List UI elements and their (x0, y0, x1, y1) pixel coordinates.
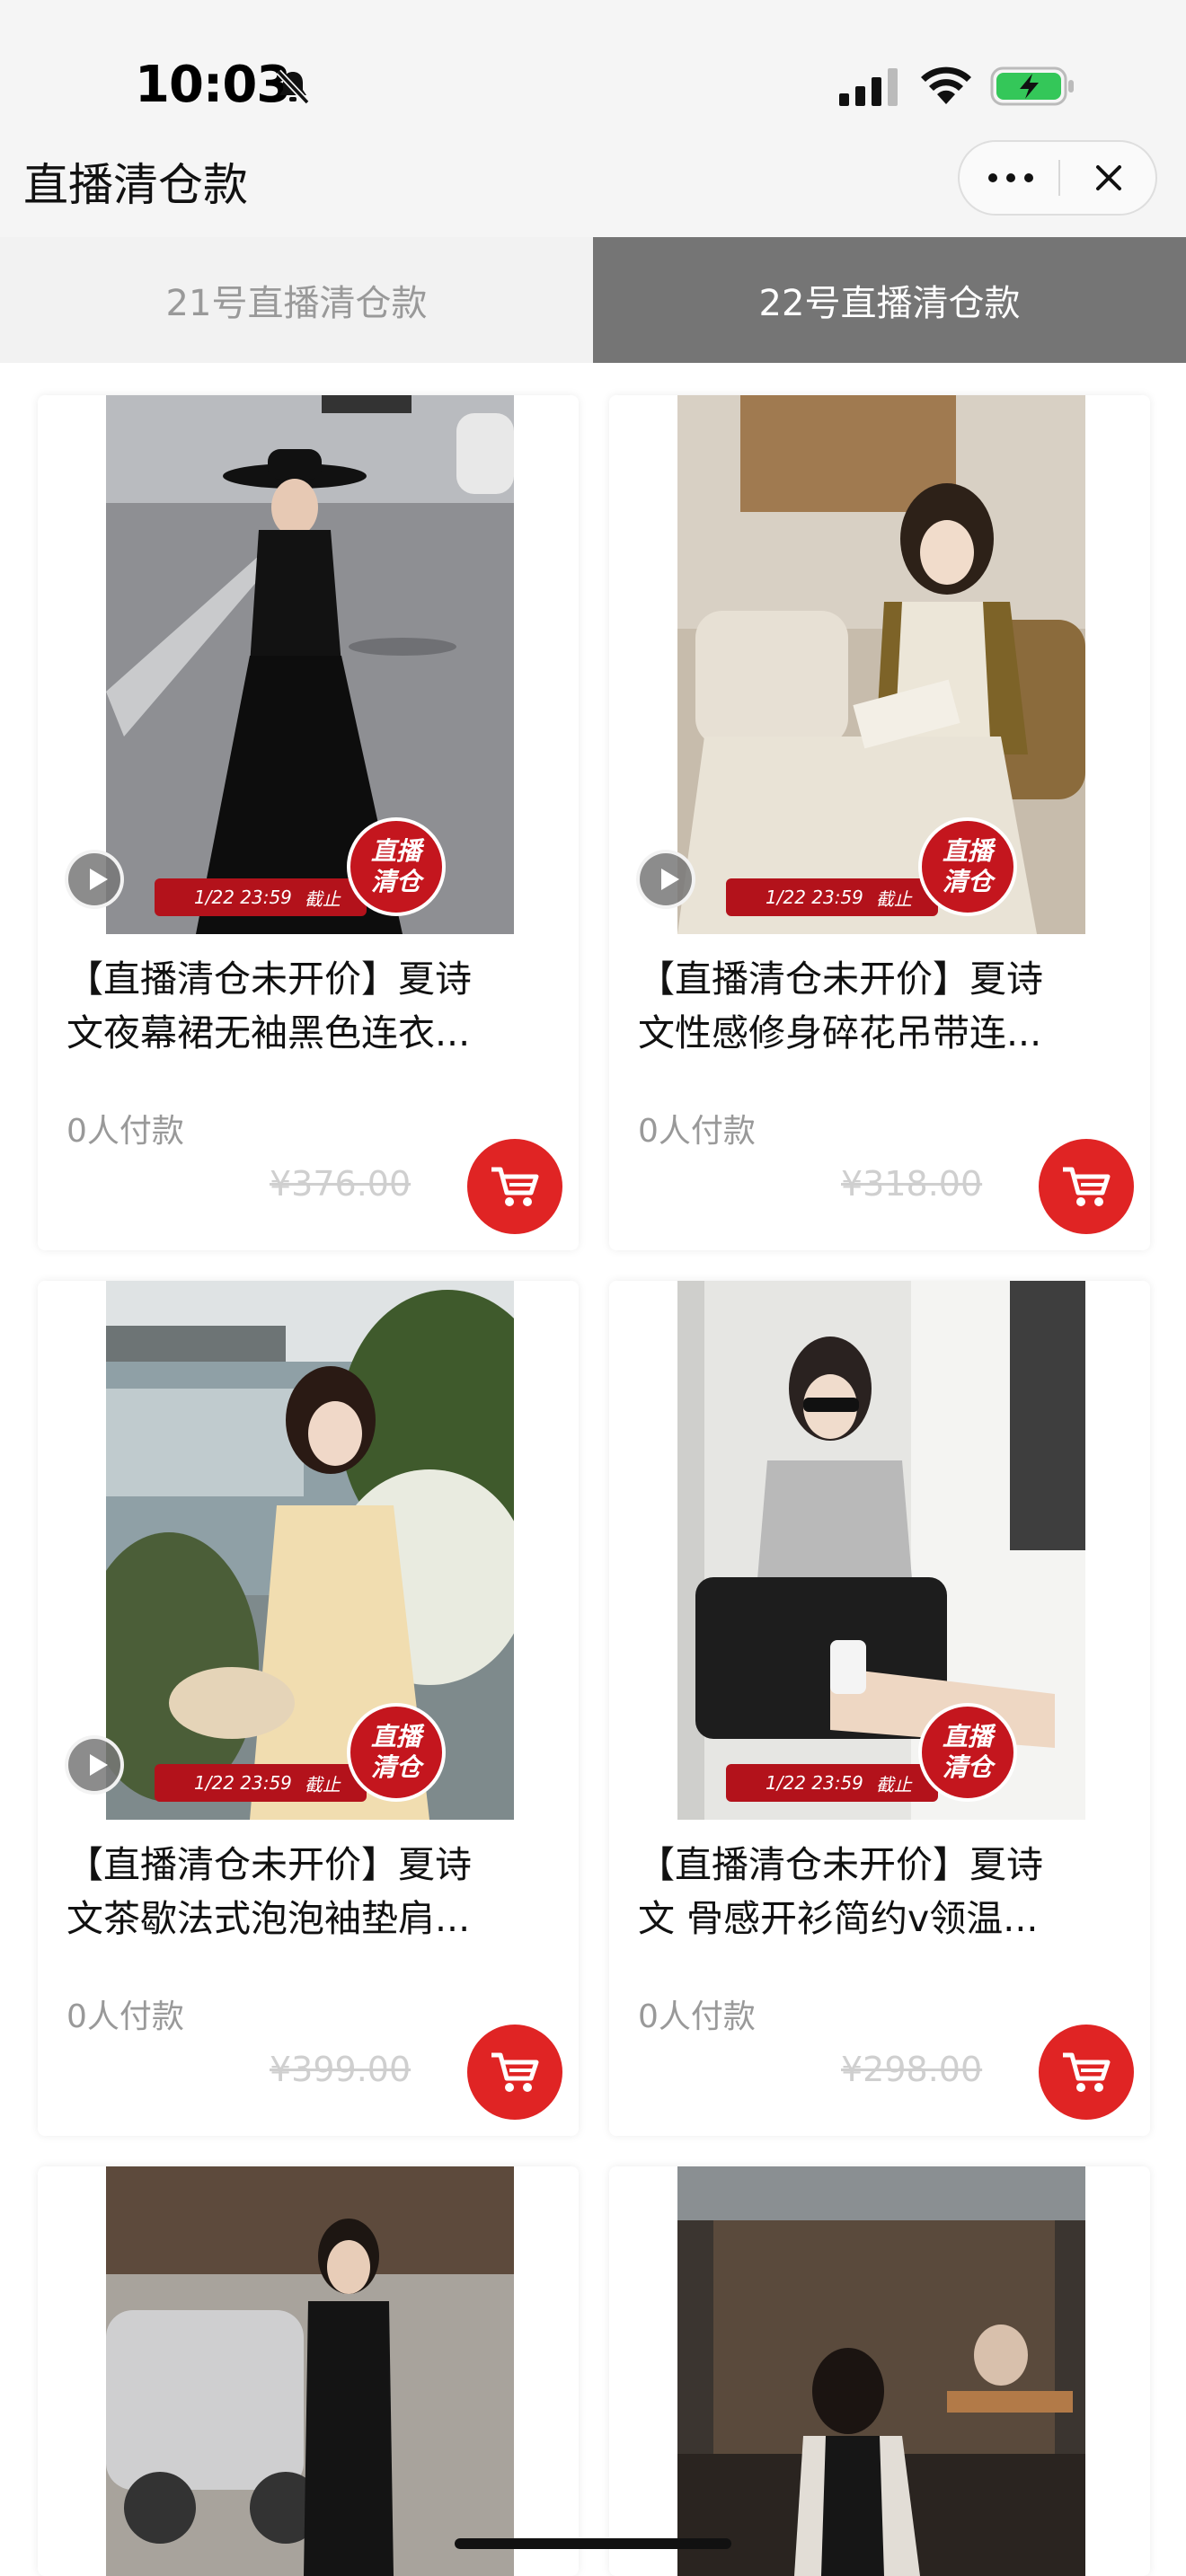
product-title-line2: 文茶歇法式泡泡袖垫肩... (66, 1897, 471, 1940)
live-clearance-badge: 直播 清仓 (918, 817, 1017, 916)
promo-date: 1/22 23:59 (194, 887, 292, 908)
wifi-icon (921, 66, 971, 104)
product-title-line1: 【直播清仓未开价】夏诗 (66, 1843, 472, 1886)
promo-deadline: 截止 (875, 887, 912, 910)
product-image[interactable] (677, 2166, 1085, 2576)
tab-21[interactable]: 21号直播清仓款 (0, 237, 593, 363)
sales-count: 0人付款 (638, 1998, 756, 2035)
status-bar: 10:03 (0, 0, 1186, 153)
badge-line1: 直播 (370, 1722, 421, 1751)
tab-22[interactable]: 22号直播清仓款 (593, 237, 1186, 363)
promo-date: 1/22 23:59 (194, 1772, 292, 1794)
product-title[interactable]: 【直播清仓未开价】夏诗 文性感修身碎花吊带连... (638, 952, 1123, 1060)
bell-slash-icon (276, 69, 310, 105)
badge-line2: 清仓 (942, 867, 993, 896)
cart-icon (491, 1167, 539, 1206)
play-icon[interactable] (65, 850, 124, 909)
cart-icon (1063, 1167, 1111, 1206)
live-clearance-badge: 直播 清仓 (347, 817, 446, 916)
product-title[interactable]: 【直播清仓未开价】夏诗 文 骨感开衫简约v领温... (638, 1838, 1123, 1945)
play-icon[interactable] (636, 850, 695, 909)
close-icon[interactable] (1082, 154, 1136, 201)
product-image[interactable] (677, 1281, 1085, 1820)
product-image[interactable] (106, 395, 514, 934)
page-title: 直播清仓款 (23, 159, 248, 211)
product-price: ¥376.00 (270, 1164, 412, 1204)
product-title-line2: 文夜幕裙无袖黑色连衣... (66, 1011, 471, 1054)
product-card[interactable]: 1/22 23:59 截止 直播 清仓 【直播清仓未开价】夏诗 文性感修身碎花吊… (609, 395, 1150, 1250)
more-icon[interactable] (979, 156, 1042, 199)
promo-date: 1/22 23:59 (766, 1772, 863, 1794)
capsule-divider (1058, 160, 1060, 196)
sales-count: 0人付款 (638, 1113, 756, 1150)
add-to-cart-button[interactable] (1039, 2025, 1134, 2120)
badge-line2: 清仓 (942, 1752, 993, 1782)
badge-line1: 直播 (942, 836, 993, 866)
sales-count: 0人付款 (66, 1998, 184, 2035)
product-price: ¥318.00 (841, 1164, 983, 1204)
promo-deadline-bar: 1/22 23:59 截止 (726, 878, 938, 916)
product-title[interactable]: 【直播清仓未开价】夏诗 文夜幕裙无袖黑色连衣... (66, 952, 552, 1060)
live-clearance-badge: 直播 清仓 (347, 1703, 446, 1802)
product-price: ¥399.00 (270, 2050, 412, 2089)
add-to-cart-button[interactable] (1039, 1139, 1134, 1234)
product-card[interactable]: 1/22 23:59 截止 直播 清仓 【直播清仓未开价】夏诗 文夜幕裙无袖黑色… (38, 395, 579, 1250)
product-title-line1: 【直播清仓未开价】夏诗 (638, 957, 1043, 1001)
product-image[interactable] (677, 395, 1085, 934)
add-to-cart-button[interactable] (467, 1139, 562, 1234)
product-title-line1: 【直播清仓未开价】夏诗 (638, 1843, 1043, 1886)
mini-program-capsule (958, 140, 1157, 216)
badge-line1: 直播 (370, 836, 421, 866)
cart-icon (491, 2052, 539, 2092)
product-image[interactable] (106, 1281, 514, 1820)
product-card[interactable]: 1/22 23:59 截止 直播 清仓 【直播清仓未开价】夏诗 文茶歇法式泡泡袖… (38, 1281, 579, 2136)
status-time: 10:03 (135, 56, 291, 114)
product-card[interactable]: 1/22 23:59 截止 直播 清仓 【直播清仓未开价】夏诗 文 骨感开衫简约… (609, 1281, 1150, 2136)
promo-date: 1/22 23:59 (766, 887, 863, 908)
promo-deadline-bar: 1/22 23:59 截止 (155, 1764, 367, 1802)
product-card[interactable] (609, 2166, 1150, 2576)
promo-deadline-bar: 1/22 23:59 截止 (155, 878, 367, 916)
cart-icon (1063, 2052, 1111, 2092)
sales-count: 0人付款 (66, 1113, 184, 1150)
product-image[interactable] (106, 2166, 514, 2576)
signal-icon (839, 68, 898, 106)
promo-deadline: 截止 (304, 887, 341, 910)
promo-deadline-bar: 1/22 23:59 截止 (726, 1764, 938, 1802)
nav-bar: 直播清仓款 (0, 135, 1186, 239)
badge-line2: 清仓 (370, 1752, 421, 1782)
product-price: ¥298.00 (841, 2050, 983, 2089)
promo-deadline: 截止 (875, 1773, 912, 1795)
battery-charging-icon (990, 66, 1074, 106)
product-title-line1: 【直播清仓未开价】夏诗 (66, 957, 472, 1001)
product-title[interactable]: 【直播清仓未开价】夏诗 文茶歇法式泡泡袖垫肩... (66, 1838, 552, 1945)
tab-bar: 21号直播清仓款 22号直播清仓款 (0, 237, 1186, 363)
play-icon[interactable] (65, 1735, 124, 1795)
badge-line2: 清仓 (370, 867, 421, 896)
product-card[interactable] (38, 2166, 579, 2576)
live-clearance-badge: 直播 清仓 (918, 1703, 1017, 1802)
product-title-line2: 文性感修身碎花吊带连... (638, 1011, 1042, 1054)
home-indicator[interactable] (455, 2538, 731, 2549)
product-title-line2: 文 骨感开衫简约v领温... (638, 1897, 1039, 1940)
add-to-cart-button[interactable] (467, 2025, 562, 2120)
promo-deadline: 截止 (304, 1773, 341, 1795)
badge-line1: 直播 (942, 1722, 993, 1751)
